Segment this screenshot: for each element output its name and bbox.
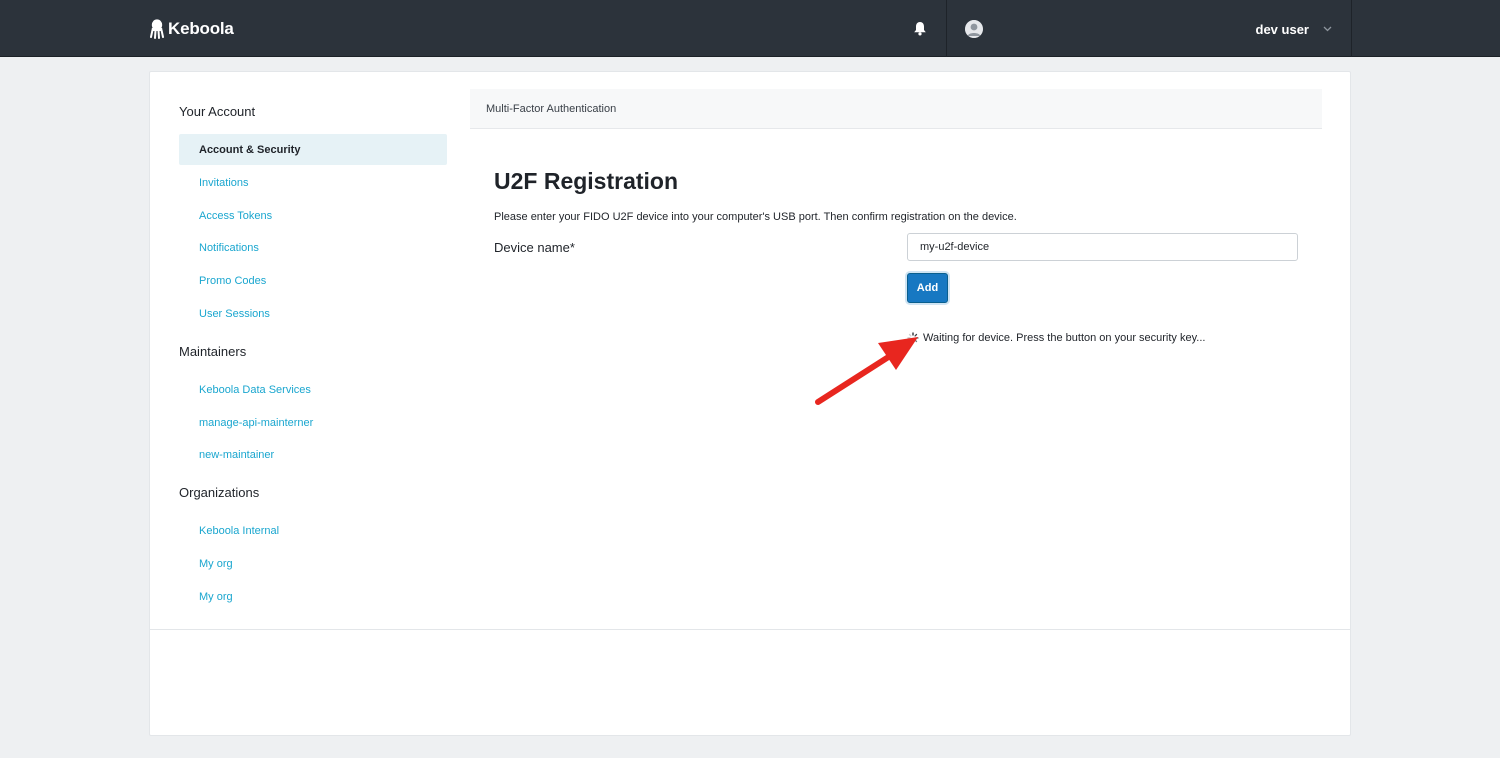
card-divider: [150, 629, 1350, 630]
user-name: dev user: [1255, 21, 1309, 37]
sidebar-item-account-security[interactable]: Account & Security: [179, 134, 447, 165]
waiting-text: Waiting for device. Press the button on …: [923, 332, 1206, 344]
app-logo[interactable]: Keboola: [150, 17, 234, 41]
sidebar-item-manage-api-mainterner[interactable]: manage-api-mainterner: [179, 407, 447, 438]
page-title: U2F Registration: [494, 168, 679, 194]
keboola-octopus-icon: [150, 19, 164, 39]
app-name: Keboola: [168, 19, 234, 38]
instructions-text: Please enter your FIDO U2F device into y…: [494, 211, 1017, 223]
chevron-down-icon: [1323, 26, 1332, 32]
top-navbar: Keboola dev user: [0, 0, 1500, 57]
section-header: Multi-Factor Authentication: [470, 89, 1322, 129]
settings-card: Your Account Account & Security Invitati…: [149, 71, 1351, 736]
user-avatar-icon: [965, 20, 983, 38]
sidebar-item-notifications[interactable]: Notifications: [179, 232, 447, 263]
sidebar-item-keboola-internal[interactable]: Keboola Internal: [179, 515, 447, 546]
navbar-divider: [946, 0, 947, 57]
sidebar-item-user-sessions[interactable]: User Sessions: [179, 298, 447, 329]
sidebar-item-keboola-data-services[interactable]: Keboola Data Services: [179, 374, 447, 405]
device-name-input[interactable]: [907, 233, 1298, 261]
user-menu[interactable]: dev user: [1232, 17, 1332, 41]
sidebar-item-my-org[interactable]: My org: [179, 548, 447, 579]
sidebar-heading-organizations: Organizations: [179, 485, 260, 500]
navbar-divider: [1351, 0, 1352, 57]
device-name-label: Device name*: [494, 240, 575, 255]
waiting-status: Waiting for device. Press the button on …: [907, 330, 1205, 346]
sidebar-item-access-tokens[interactable]: Access Tokens: [179, 200, 447, 231]
sidebar-heading-maintainers: Maintainers: [179, 344, 247, 359]
sidebar-item-new-maintainer[interactable]: new-maintainer: [179, 439, 447, 470]
sidebar-heading-your-account: Your Account: [179, 104, 256, 119]
notifications-button[interactable]: [909, 17, 931, 39]
user-avatar[interactable]: [965, 20, 983, 38]
sidebar-item-my-org[interactable]: My org: [179, 581, 447, 612]
add-button[interactable]: Add: [907, 273, 948, 303]
sidebar-item-promo-codes[interactable]: Promo Codes: [179, 265, 447, 296]
bell-icon: [914, 21, 926, 35]
annotation-arrow-icon: [815, 337, 918, 405]
sidebar-item-invitations[interactable]: Invitations: [179, 167, 447, 198]
